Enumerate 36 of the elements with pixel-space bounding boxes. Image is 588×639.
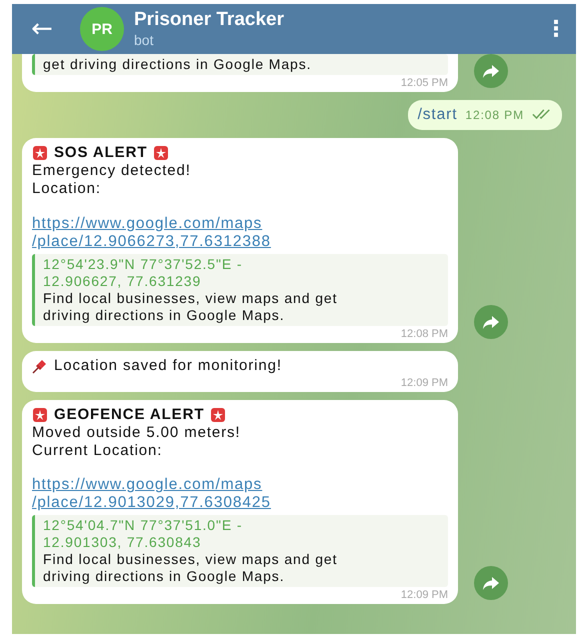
message-text: Moved outside 5.00 meters! — [32, 424, 242, 442]
message-text: Emergency detected! — [32, 162, 192, 180]
alert-icon — [153, 145, 170, 161]
message-time: 12:08 PM — [400, 326, 448, 340]
share-button[interactable] — [474, 304, 508, 338]
back-button[interactable]: ← — [12, 14, 72, 44]
alert-heading: GEOFENCE ALERT — [54, 406, 204, 424]
preview-title: 12°54'04.7"N 77°37'51.0"E - 12.901303, 77.630843 — [43, 517, 244, 551]
message-time: 12:09 PM — [400, 376, 448, 390]
menu-button[interactable]: ⋮ — [536, 16, 576, 42]
preview-description: Find local businesses, view maps and get driving directions in Google Maps. — [43, 551, 338, 585]
message-time: 12:05 PM — [400, 76, 448, 90]
share-button[interactable] — [474, 566, 508, 600]
message-text: Location saved for monitoring! — [54, 356, 282, 374]
preview-description: get driving directions in Google Maps. — [43, 56, 312, 73]
alert-icon — [32, 145, 48, 161]
map-link[interactable]: https://www.google.com/maps /place/12.9066273,77.6312388 — [32, 214, 448, 250]
link-preview[interactable]: 12°54'23.9"N 77°37'52.5"E - 12.906627, 77.631239 Find local businesses, view maps and get driving directions in Google Maps. — [32, 254, 448, 326]
share-button[interactable] — [474, 54, 508, 88]
preview-title: 12°54'23.9"N 77°37'52.5"E - 12.906627, 77.631239 — [43, 256, 244, 290]
message-time: 12:08 PM — [465, 107, 524, 124]
message-text: Location: — [32, 180, 102, 198]
chat-subtitle: bot — [134, 31, 154, 49]
message-time: 12:09 PM — [400, 588, 448, 602]
alert-heading: SOS ALERT — [54, 144, 148, 162]
alert-icon — [210, 406, 226, 422]
message-text: /start — [418, 106, 458, 124]
message-text: Current Location: — [32, 442, 164, 460]
alert-icon — [32, 406, 48, 422]
avatar[interactable]: PR — [80, 7, 124, 51]
link-preview[interactable]: 12°54'04.7"N 77°37'51.0"E - 12.901303, 77.630843 Find local businesses, view maps and get driving directions in Google Maps. — [32, 515, 448, 587]
map-link[interactable]: https://www.google.com/maps /place/12.9013029,77.6308425 — [32, 476, 448, 512]
pushpin-icon — [32, 358, 48, 374]
chat-title: Prisoner Tracker — [134, 9, 285, 31]
preview-description: Find local businesses, view maps and get driving directions in Google Maps. — [43, 290, 338, 324]
link-preview[interactable]: get driving directions in Google Maps. — [32, 54, 448, 75]
